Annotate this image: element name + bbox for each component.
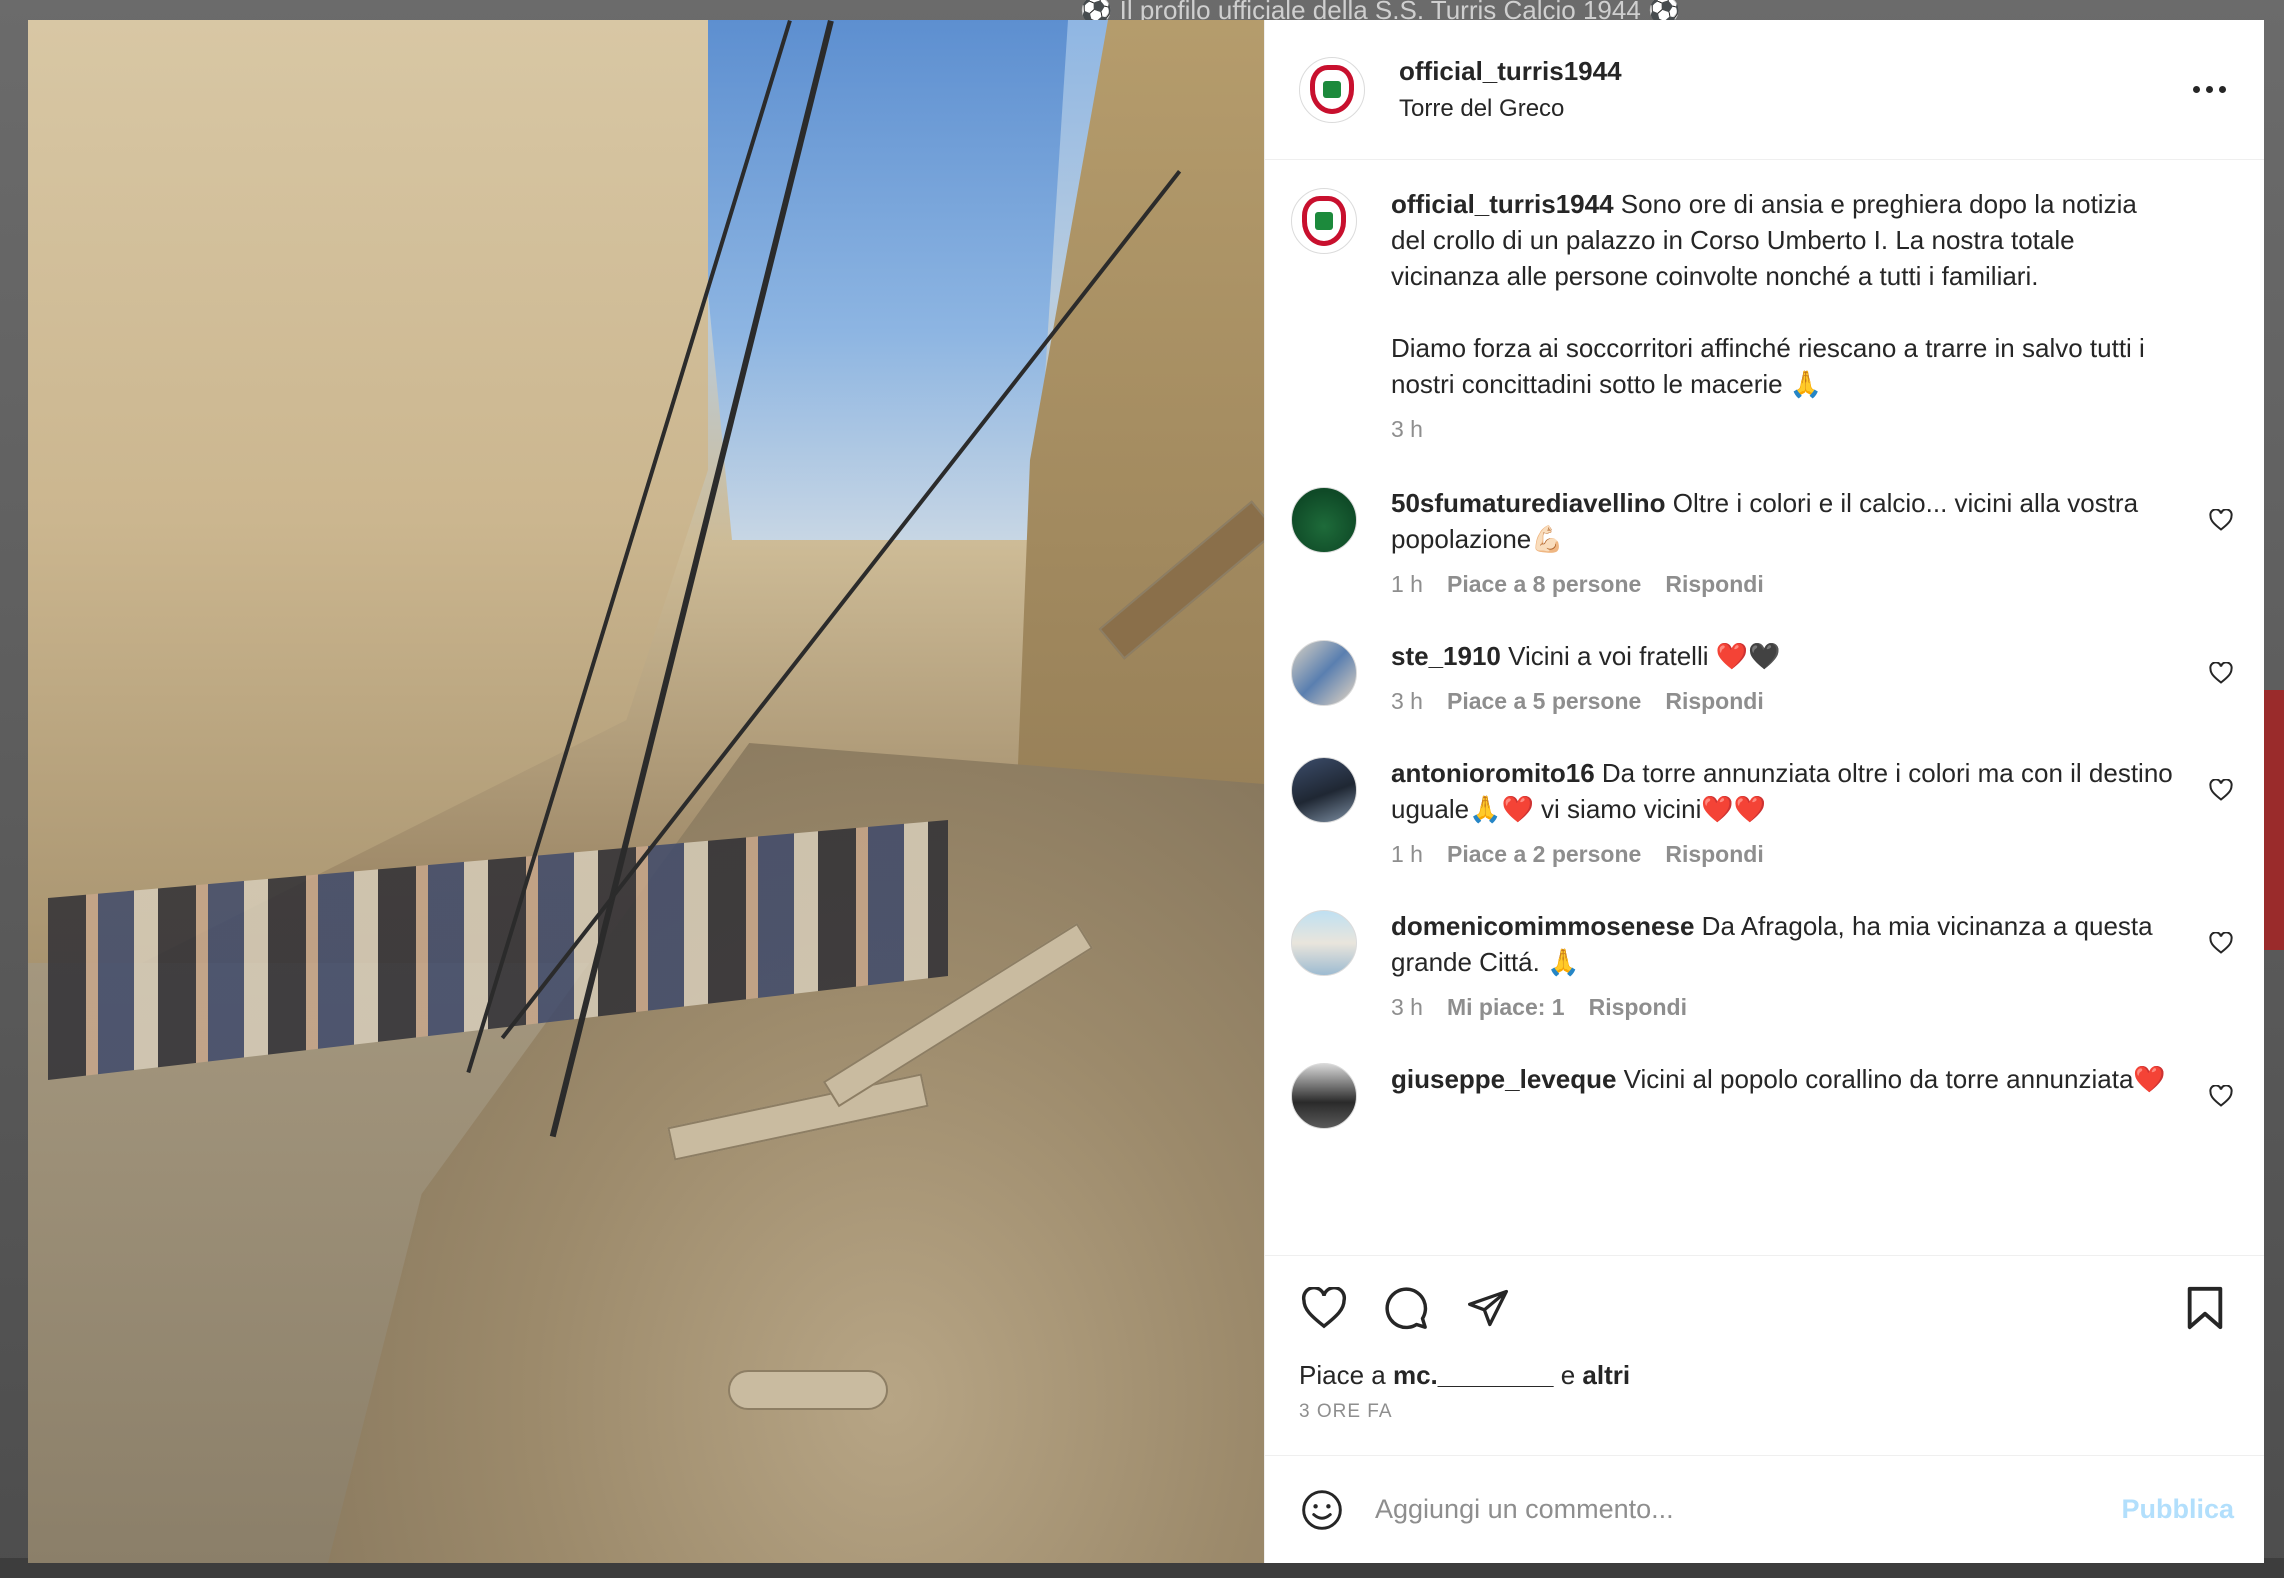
- action-icons: [1299, 1278, 2230, 1338]
- likes-prefix: Piace a: [1299, 1360, 1386, 1390]
- comment-time[interactable]: 3 h: [1391, 994, 1423, 1021]
- turris-crest-logo: [1301, 196, 1347, 246]
- avatar[interactable]: [1291, 188, 1357, 254]
- add-comment-bar: Pubblica: [1265, 1455, 2264, 1563]
- likes-summary: Piace a mc.________ e altri: [1299, 1360, 2230, 1391]
- caption-paragraph-2: Diamo forza ai soccorritori affinché rie…: [1391, 333, 2145, 399]
- turris-crest-logo: [1309, 64, 1355, 115]
- comments-list[interactable]: official_turris1944 Sono ore di ansia e …: [1265, 160, 2264, 1255]
- comment-time[interactable]: 1 h: [1391, 841, 1423, 868]
- reply-button[interactable]: Rispondi: [1665, 571, 1763, 598]
- comment-time[interactable]: 3 h: [1391, 688, 1423, 715]
- likes-others-link[interactable]: altri: [1582, 1360, 1630, 1390]
- comment-time[interactable]: 1 h: [1391, 571, 1423, 598]
- heart-icon[interactable]: [2208, 660, 2234, 686]
- caption-text: official_turris1944 Sono ore di ansia e …: [1391, 186, 2174, 402]
- comment-username[interactable]: domenicomimmosenese: [1391, 911, 1694, 941]
- list-item: domenicomimmosenese Da Afragola, ha mia …: [1291, 908, 2234, 1021]
- header-text: official_turris1944 Torre del Greco: [1399, 56, 2184, 123]
- likes-user-link[interactable]: mc.________: [1393, 1360, 1553, 1390]
- caption-time[interactable]: 3 h: [1391, 416, 1423, 443]
- post-username[interactable]: official_turris1944: [1399, 56, 2184, 87]
- list-item: giuseppe_leveque Vicini al popolo corall…: [1291, 1061, 2234, 1129]
- comment-text: domenicomimmosenese Da Afragola, ha mia …: [1391, 908, 2174, 980]
- post-side-panel: official_turris1944 Torre del Greco offi…: [1264, 20, 2264, 1563]
- post-actions: Piace a mc.________ e altri 3 ORE FA: [1265, 1255, 2264, 1455]
- post-location[interactable]: Torre del Greco: [1399, 95, 2184, 123]
- comment-body: 50sfumaturediavellino Oltre i colori e i…: [1391, 485, 2234, 598]
- like-heart-icon[interactable]: [1299, 1283, 1349, 1333]
- comment-content: Vicini al popolo corallino da torre annu…: [1623, 1064, 2166, 1094]
- post-modal: official_turris1944 Torre del Greco offi…: [28, 20, 2264, 1563]
- comment-content: Vicini a voi fratelli ❤️🖤: [1508, 641, 1781, 671]
- bookmark-icon[interactable]: [2180, 1283, 2230, 1333]
- comment-bubble-icon[interactable]: [1381, 1283, 1431, 1333]
- avatar[interactable]: [1291, 1063, 1357, 1129]
- comment-body: giuseppe_leveque Vicini al popolo corall…: [1391, 1061, 2234, 1097]
- avatar[interactable]: [1291, 757, 1357, 823]
- publish-button[interactable]: Pubblica: [2121, 1494, 2234, 1525]
- list-item: 50sfumaturediavellino Oltre i colori e i…: [1291, 485, 2234, 598]
- comment-text: ste_1910 Vicini a voi fratelli ❤️🖤: [1391, 638, 2174, 674]
- comment-meta: 3 h Mi piace: 1 Rispondi: [1391, 994, 2174, 1021]
- comment-meta: 3 h Piace a 5 persone Rispondi: [1391, 688, 2174, 715]
- comment-meta: 1 h Piace a 2 persone Rispondi: [1391, 841, 2174, 868]
- comment-username[interactable]: 50sfumaturediavellino: [1391, 488, 1666, 518]
- likes-conj: e: [1560, 1360, 1576, 1390]
- backdrop-decoration: [2264, 690, 2284, 950]
- avatar[interactable]: [1291, 640, 1357, 706]
- caption: official_turris1944 Sono ore di ansia e …: [1291, 186, 2234, 443]
- post-time-ago[interactable]: 3 ORE FA: [1299, 1401, 2230, 1423]
- caption-body: official_turris1944 Sono ore di ansia e …: [1391, 186, 2234, 443]
- comment-username[interactable]: antonioromito16: [1391, 758, 1595, 788]
- comment-username[interactable]: giuseppe_leveque: [1391, 1064, 1616, 1094]
- heart-icon[interactable]: [2208, 777, 2234, 803]
- caption-username[interactable]: official_turris1944: [1391, 189, 1614, 219]
- heart-icon[interactable]: [2208, 1083, 2234, 1109]
- post-header: official_turris1944 Torre del Greco: [1265, 20, 2264, 160]
- comment-meta: 1 h Piace a 8 persone Rispondi: [1391, 571, 2174, 598]
- list-item: antonioromito16 Da torre annunziata oltr…: [1291, 755, 2234, 868]
- emoji-smiley-icon[interactable]: [1299, 1487, 1345, 1533]
- share-paper-plane-icon[interactable]: [1463, 1283, 1513, 1333]
- comment-likes[interactable]: Piace a 2 persone: [1447, 841, 1641, 868]
- reply-button[interactable]: Rispondi: [1589, 994, 1687, 1021]
- comment-likes[interactable]: Piace a 8 persone: [1447, 571, 1641, 598]
- list-item: ste_1910 Vicini a voi fratelli ❤️🖤 3 h P…: [1291, 638, 2234, 715]
- comment-text: 50sfumaturediavellino Oltre i colori e i…: [1391, 485, 2174, 557]
- comment-likes[interactable]: Piace a 5 persone: [1447, 688, 1641, 715]
- avatar[interactable]: [1291, 910, 1357, 976]
- post-photo[interactable]: [28, 20, 1264, 1563]
- comment-body: ste_1910 Vicini a voi fratelli ❤️🖤 3 h P…: [1391, 638, 2234, 715]
- avatar[interactable]: [1299, 56, 1365, 123]
- profile-tagline: ⚽ Il profilo ufficiale della S.S. Turris…: [1080, 0, 1681, 20]
- comment-likes[interactable]: Mi piace: 1: [1447, 994, 1565, 1021]
- caption-meta: 3 h: [1391, 416, 2174, 443]
- comment-text: giuseppe_leveque Vicini al popolo corall…: [1391, 1061, 2174, 1097]
- heart-icon[interactable]: [2208, 507, 2234, 533]
- comment-input[interactable]: [1375, 1494, 2122, 1525]
- comment-body: domenicomimmosenese Da Afragola, ha mia …: [1391, 908, 2234, 1021]
- reply-button[interactable]: Rispondi: [1665, 688, 1763, 715]
- photo-debris-chair: [728, 1370, 888, 1410]
- avatar[interactable]: [1291, 487, 1357, 553]
- comment-text: antonioromito16 Da torre annunziata oltr…: [1391, 755, 2174, 827]
- comment-username[interactable]: ste_1910: [1391, 641, 1501, 671]
- more-horizontal-icon[interactable]: [2184, 70, 2234, 110]
- heart-icon[interactable]: [2208, 930, 2234, 956]
- reply-button[interactable]: Rispondi: [1665, 841, 1763, 868]
- comment-body: antonioromito16 Da torre annunziata oltr…: [1391, 755, 2234, 868]
